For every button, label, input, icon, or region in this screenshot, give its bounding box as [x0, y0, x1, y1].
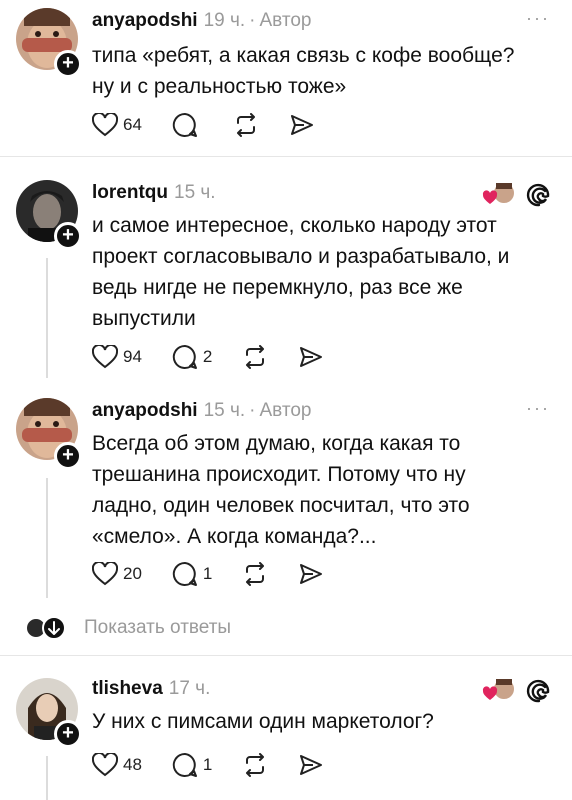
text-line: «смело». А когда команда?...: [92, 525, 377, 548]
follow-plus-icon[interactable]: +: [54, 442, 82, 470]
action-bar: 48 1: [92, 750, 354, 780]
heart-icon: [92, 345, 118, 369]
repost-icon: [246, 753, 265, 777]
share-button[interactable]: [298, 753, 324, 777]
post-2: + lorentqu 15 ч. и самое интересное, скол…: [0, 158, 572, 390]
post-text: типа «ребят, а какая связь с кофе вообще…: [92, 40, 552, 102]
thread-line: [46, 258, 48, 378]
follow-plus-icon[interactable]: +: [54, 50, 82, 78]
text-line: типа «ребят, а какая связь с кофе вообще…: [92, 44, 515, 67]
author-label: Автор: [259, 10, 312, 31]
repost-button[interactable]: [233, 113, 259, 137]
liked-by-author-indicator: [482, 180, 516, 208]
reply-button[interactable]: 2: [172, 344, 212, 370]
show-replies-label[interactable]: Показать ответы: [84, 617, 231, 639]
thread-line: [46, 756, 48, 800]
post-1: + anyapodshi 19 ч. · Автор ··· типа «ребят,…: [0, 0, 572, 158]
comment-icon: [172, 752, 197, 777]
divider: [0, 156, 572, 157]
post-3: + anyapodshi 15 ч. · Автор ··· Всегда об эт…: [0, 390, 572, 605]
comment-icon: [172, 561, 197, 586]
share-button[interactable]: [298, 562, 324, 586]
timestamp: 17 ч.: [168, 678, 211, 699]
like-count: 48: [123, 755, 142, 774]
threads-logo-icon[interactable]: [526, 182, 552, 208]
text-line: проект согласовывало и разрабатывало, и: [92, 245, 510, 268]
heart-icon: [92, 113, 118, 137]
like-button[interactable]: 48: [92, 753, 142, 777]
like-button[interactable]: 94: [92, 345, 142, 369]
text-line: Всегда об этом думаю, когда какая то: [92, 432, 461, 455]
post-text: и самое интересное, сколько народу этот …: [92, 210, 552, 334]
reply-button[interactable]: 1: [172, 752, 212, 778]
text-line: и самое интересное, сколько народу этот: [92, 214, 497, 237]
post-header: anyapodshi 15 ч. · Автор: [92, 400, 311, 422]
like-button[interactable]: 20: [92, 562, 142, 586]
follow-plus-icon[interactable]: +: [54, 720, 82, 748]
action-bar: 94 2: [92, 342, 354, 372]
like-button[interactable]: 64: [92, 113, 142, 137]
repost-icon: [246, 345, 265, 369]
repost-button[interactable]: [242, 345, 268, 369]
timestamp: 15 ч.: [203, 400, 246, 421]
repost-icon: [246, 562, 265, 586]
repost-icon: [236, 113, 255, 137]
share-icon: [300, 755, 323, 775]
username[interactable]: lorentqu: [92, 182, 168, 203]
follow-plus-icon[interactable]: +: [54, 222, 82, 250]
reply-avatars-icon: [25, 616, 66, 640]
text-line: трешанина происходит. Потому что ну: [92, 463, 466, 486]
more-icon[interactable]: ···: [526, 398, 550, 419]
more-icon[interactable]: ···: [526, 8, 550, 29]
post-text: У них с пимсами один маркетолог?: [92, 706, 552, 737]
share-icon: [300, 564, 323, 584]
post-header: tlisheva 17 ч.: [92, 678, 210, 700]
reply-count: 1: [202, 755, 213, 774]
reply-count: 2: [202, 347, 213, 366]
share-button[interactable]: [298, 345, 324, 369]
timestamp: 19 ч.: [203, 10, 246, 31]
username[interactable]: anyapodshi: [92, 10, 198, 31]
text-line: ведь нигде не перемкнуло, раз все же: [92, 276, 463, 299]
text-line: ладно, один человек посчитал, что это: [92, 494, 470, 517]
post-header: lorentqu 15 ч.: [92, 182, 216, 204]
author-label: Автор: [259, 400, 312, 421]
text-line: ну и с реальностью тоже»: [92, 75, 347, 98]
heart-icon: [92, 562, 118, 586]
like-count: 64: [123, 115, 142, 134]
thread-line: [46, 478, 48, 598]
show-replies-row[interactable]: Показать ответы: [24, 614, 231, 642]
heart-icon: [92, 753, 118, 777]
text-line: выпустили: [92, 307, 196, 330]
username[interactable]: anyapodshi: [92, 400, 198, 421]
comment-icon: [172, 112, 197, 137]
reply-button[interactable]: 1: [172, 561, 212, 587]
share-icon: [290, 115, 313, 135]
post-header: anyapodshi 19 ч. · Автор: [92, 10, 311, 32]
separator: ·: [249, 400, 256, 421]
threads-logo-icon[interactable]: [526, 678, 552, 704]
repost-button[interactable]: [242, 753, 268, 777]
post-4: + tlisheva 17 ч. У них с пимсами один мар…: [0, 656, 572, 800]
like-count: 94: [123, 347, 142, 366]
text-line: У них с пимсами один маркетолог?: [92, 710, 434, 733]
liked-by-author-indicator: [482, 676, 516, 704]
repost-button[interactable]: [242, 562, 268, 586]
share-button[interactable]: [289, 113, 315, 137]
reply-count: 1: [202, 564, 213, 583]
share-icon: [300, 347, 323, 367]
reply-button[interactable]: [172, 112, 203, 138]
timestamp: 15 ч.: [174, 182, 216, 203]
action-bar: 20 1: [92, 559, 354, 589]
separator: ·: [249, 10, 256, 31]
post-text: Всегда об этом думаю, когда какая то тре…: [92, 428, 552, 552]
comment-icon: [172, 344, 197, 369]
action-bar: 64: [92, 110, 345, 140]
username[interactable]: tlisheva: [92, 678, 163, 699]
like-count: 20: [123, 564, 142, 583]
